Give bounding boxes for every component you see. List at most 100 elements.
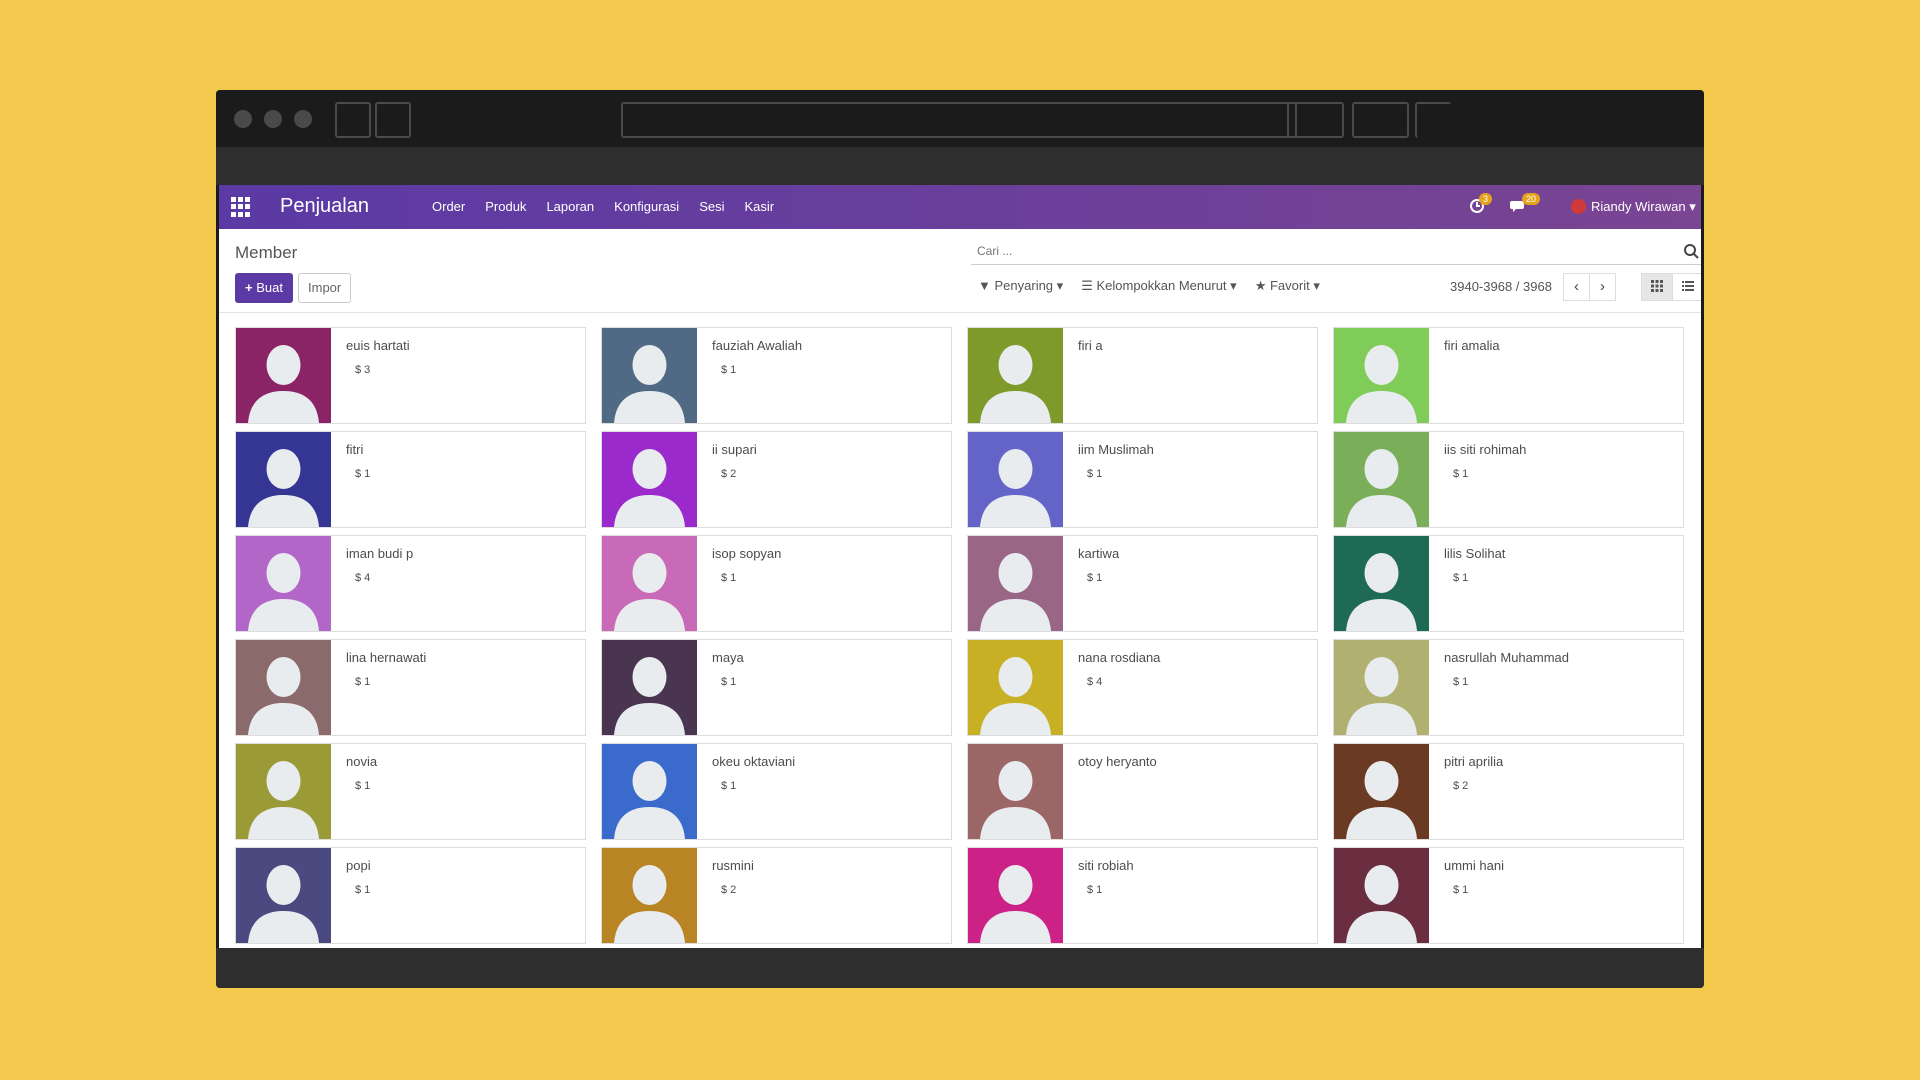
browser-tabstrip [216,147,1704,185]
menu-item-produk[interactable]: Produk [485,199,526,214]
address-bar[interactable] [621,102,1297,138]
member-name: okeu oktaviani [712,754,796,769]
member-card[interactable]: fauziah Awaliah $ 1 [601,327,952,424]
messages-chat-icon[interactable]: 20 [1510,193,1541,219]
member-card[interactable]: okeu oktaviani $ 1 [601,743,952,840]
pager-value[interactable]: 3940-3968 / 3968 [1450,279,1552,294]
menu-item-laporan[interactable]: Laporan [546,199,594,214]
list-view-button[interactable] [1672,273,1701,301]
member-amount: $ 2 [721,468,737,480]
menu-item-order[interactable]: Order [432,199,465,214]
member-avatar [602,848,697,943]
member-avatar [968,848,1063,943]
back-button[interactable] [335,102,371,138]
member-card[interactable]: nana rosdiana $ 4 [967,639,1318,736]
person-silhouette-icon [614,761,685,839]
person-silhouette-icon [1346,657,1417,735]
member-amount: $ 1 [1453,572,1469,584]
window-close-dot[interactable] [234,110,252,128]
person-silhouette-icon [248,345,319,423]
toolbar-button[interactable] [1352,102,1409,138]
member-avatar [236,328,331,423]
person-silhouette-icon [980,345,1051,423]
member-amount: $ 3 [355,364,371,376]
member-name: ummi hani [1444,858,1504,873]
member-amount: $ 1 [1087,572,1103,584]
member-card[interactable]: ii supari $ 2 [601,431,952,528]
grid-icon [1651,280,1663,292]
member-name: firi a [1078,338,1103,353]
menu-item-konfigurasi[interactable]: Konfigurasi [614,199,679,214]
import-button[interactable]: Impor [298,273,352,303]
pager-next-button[interactable]: › [1589,273,1616,301]
pager-previous-button[interactable]: ‹ [1563,273,1590,301]
member-card[interactable]: firi amalia [1333,327,1684,424]
member-avatar [602,432,697,527]
member-card[interactable]: iis siti rohimah $ 1 [1333,431,1684,528]
member-card[interactable]: ummi hani $ 1 [1333,847,1684,944]
member-card[interactable]: kartiwa $ 1 [967,535,1318,632]
member-amount: $ 1 [721,780,737,792]
member-name: popi [346,858,371,873]
member-card[interactable]: pitri aprilia $ 2 [1333,743,1684,840]
kanban-view-button[interactable] [1641,273,1673,301]
list-icon [1682,281,1694,291]
member-amount: $ 2 [721,884,737,896]
member-card[interactable]: otoy heryanto [967,743,1318,840]
activity-clock-icon[interactable]: 3 [1469,193,1493,219]
member-amount: $ 1 [1453,884,1469,896]
member-name: fitri [346,442,364,457]
member-amount: $ 1 [1087,468,1103,480]
member-amount: $ 1 [1453,468,1469,480]
window-maximize-dot[interactable] [294,110,312,128]
person-silhouette-icon [248,449,319,527]
list-lines-icon: ☰ [1081,278,1093,293]
forward-button[interactable] [375,102,411,138]
person-silhouette-icon [980,657,1051,735]
menu-item-kasir[interactable]: Kasir [745,199,775,214]
toolbar-button[interactable] [1415,102,1451,138]
member-card[interactable]: popi $ 1 [235,847,586,944]
menu-item-sesi[interactable]: Sesi [699,199,724,214]
member-amount: $ 1 [721,364,737,376]
member-card[interactable]: iim Muslimah $ 1 [967,431,1318,528]
member-amount: $ 2 [1453,780,1469,792]
user-avatar[interactable] [1571,199,1586,214]
member-amount: $ 1 [721,676,737,688]
member-card[interactable]: lilis Solihat $ 1 [1333,535,1684,632]
member-name: siti robiah [1078,858,1134,873]
apps-menu-icon[interactable] [231,197,251,217]
member-card[interactable]: iman budi p $ 4 [235,535,586,632]
member-card[interactable]: isop sopyan $ 1 [601,535,952,632]
member-avatar [1334,848,1429,943]
create-button[interactable]: + Buat [235,273,293,303]
group-by-dropdown[interactable]: ☰ Kelompokkan Menurut ▾ [1081,278,1237,294]
favorite-dropdown[interactable]: ★ Favorit ▾ [1255,278,1320,294]
member-card[interactable]: euis hartati $ 3 [235,327,586,424]
main-navbar: Penjualan Order Produk Laporan Konfigurasi S… [219,185,1701,229]
member-card[interactable]: maya $ 1 [601,639,952,736]
app-brand[interactable]: Penjualan [280,195,369,218]
search-input[interactable] [971,239,1651,263]
member-card[interactable]: lina hernawati $ 1 [235,639,586,736]
toolbar-button[interactable] [1287,102,1344,138]
search-options: ▼ Penyaring ▾ ☰ Kelompokkan Menurut ▾ ★ … [978,278,1320,294]
member-card[interactable]: rusmini $ 2 [601,847,952,944]
filter-dropdown[interactable]: ▼ Penyaring ▾ [978,278,1063,294]
member-card[interactable]: fitri $ 1 [235,431,586,528]
member-card[interactable]: novia $ 1 [235,743,586,840]
member-avatar [968,640,1063,735]
member-card[interactable]: firi a [967,327,1318,424]
member-avatar [968,536,1063,631]
member-avatar [1334,432,1429,527]
member-name: maya [712,650,744,665]
window-minimize-dot[interactable] [264,110,282,128]
top-menu: Order Produk Laporan Konfigurasi Sesi Kasir [432,199,774,214]
member-card[interactable]: nasrullah Muhammad $ 1 [1333,639,1684,736]
user-menu[interactable]: Riandy Wirawan ▾ [1591,199,1696,215]
favorite-label: Favorit [1269,278,1310,293]
search-icon[interactable] [1683,243,1699,259]
member-card[interactable]: siti robiah $ 1 [967,847,1318,944]
filter-label: Penyaring [994,278,1054,293]
star-icon: ★ [1254,278,1267,293]
